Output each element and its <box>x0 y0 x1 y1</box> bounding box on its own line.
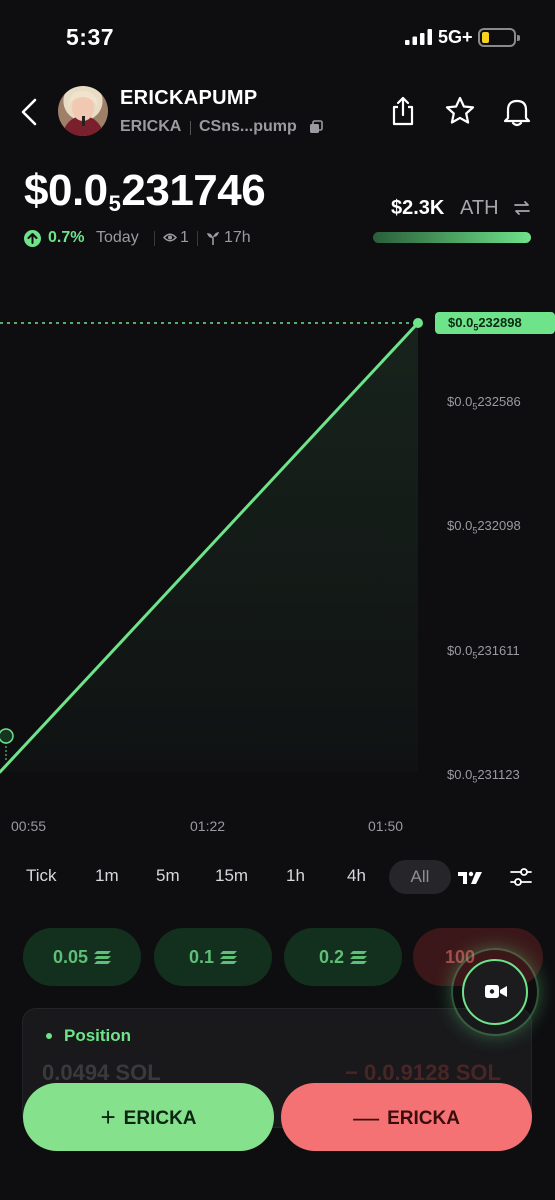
ath-value: $2.3K <box>391 197 445 219</box>
tradingview-icon[interactable] <box>458 870 482 886</box>
timeframe-1h[interactable]: 1h <box>286 866 305 886</box>
last-point-marker <box>413 318 423 328</box>
minus-icon: — <box>353 1102 380 1132</box>
back-arrow-icon[interactable] <box>18 96 40 128</box>
price-chart[interactable] <box>0 290 555 850</box>
copy-icon[interactable] <box>309 120 323 134</box>
token-age: 17h <box>224 229 251 246</box>
swap-arrows-icon[interactable] <box>513 199 531 217</box>
timeframe-4h[interactable]: 4h <box>347 866 366 886</box>
chart-settings-icon[interactable] <box>510 866 532 888</box>
amount-pill-0.05[interactable]: 0.05 <box>23 928 141 986</box>
y-axis-tick: $0.05231123 <box>447 767 520 785</box>
arrow-up-circle-icon <box>24 230 41 247</box>
timeframe-tick[interactable]: Tick <box>26 866 57 886</box>
notification-bell-icon[interactable] <box>502 95 532 127</box>
position-indicator-dot <box>46 1033 52 1039</box>
timeframe-all[interactable]: All <box>389 860 451 894</box>
timeframe-5m[interactable]: 5m <box>156 866 180 886</box>
solana-icon <box>220 951 238 964</box>
solana-icon <box>350 951 368 964</box>
divider <box>190 121 191 135</box>
plus-icon: + <box>100 1102 116 1132</box>
ath-progress-bar <box>373 232 531 243</box>
sprout-icon <box>207 232 219 245</box>
token-name: ERICKAPUMP <box>120 87 258 109</box>
price-change-percent: 0.7% <box>48 229 85 246</box>
network-type: 5G+ <box>438 27 473 47</box>
favorite-star-icon[interactable] <box>444 95 476 127</box>
token-ticker: ERICKA <box>120 118 182 135</box>
contract-address[interactable]: CSns...pump <box>199 118 297 136</box>
share-icon[interactable] <box>390 95 416 127</box>
amount-pill-0.2[interactable]: 0.2 <box>284 928 402 986</box>
current-price: $0.05231746 <box>24 166 266 216</box>
token-avatar <box>58 86 108 136</box>
x-axis-tick: 00:55 <box>11 818 47 834</box>
viewer-count: 1 <box>180 229 189 246</box>
x-axis-tick: 01:50 <box>368 818 404 834</box>
change-period: Today <box>96 229 139 246</box>
battery-icon <box>478 28 520 47</box>
timeframe-1m[interactable]: 1m <box>95 866 119 886</box>
last-price-tag: $0.05232898 <box>435 312 555 334</box>
video-camera-icon <box>485 985 507 998</box>
divider <box>197 231 198 246</box>
eye-icon <box>163 233 177 242</box>
sell-button[interactable]: — ERICKA <box>281 1083 532 1151</box>
solana-icon <box>94 951 112 964</box>
y-axis-tick: $0.05231611 <box>447 643 520 661</box>
ath-label: ATH <box>460 197 499 219</box>
buy-button[interactable]: + ERICKA <box>23 1083 274 1151</box>
amount-pill-0.1[interactable]: 0.1 <box>154 928 272 986</box>
x-axis-tick: 01:22 <box>190 818 226 834</box>
cellular-signal-icon <box>405 29 432 45</box>
y-axis-tick: $0.05232098 <box>447 518 521 536</box>
position-title: Position <box>64 1026 132 1045</box>
dev-marker-icon <box>0 728 14 744</box>
timeframe-15m[interactable]: 15m <box>215 866 248 886</box>
y-axis-tick: $0.05232586 <box>447 394 521 412</box>
divider <box>154 231 155 246</box>
status-time: 5:37 <box>66 24 115 50</box>
